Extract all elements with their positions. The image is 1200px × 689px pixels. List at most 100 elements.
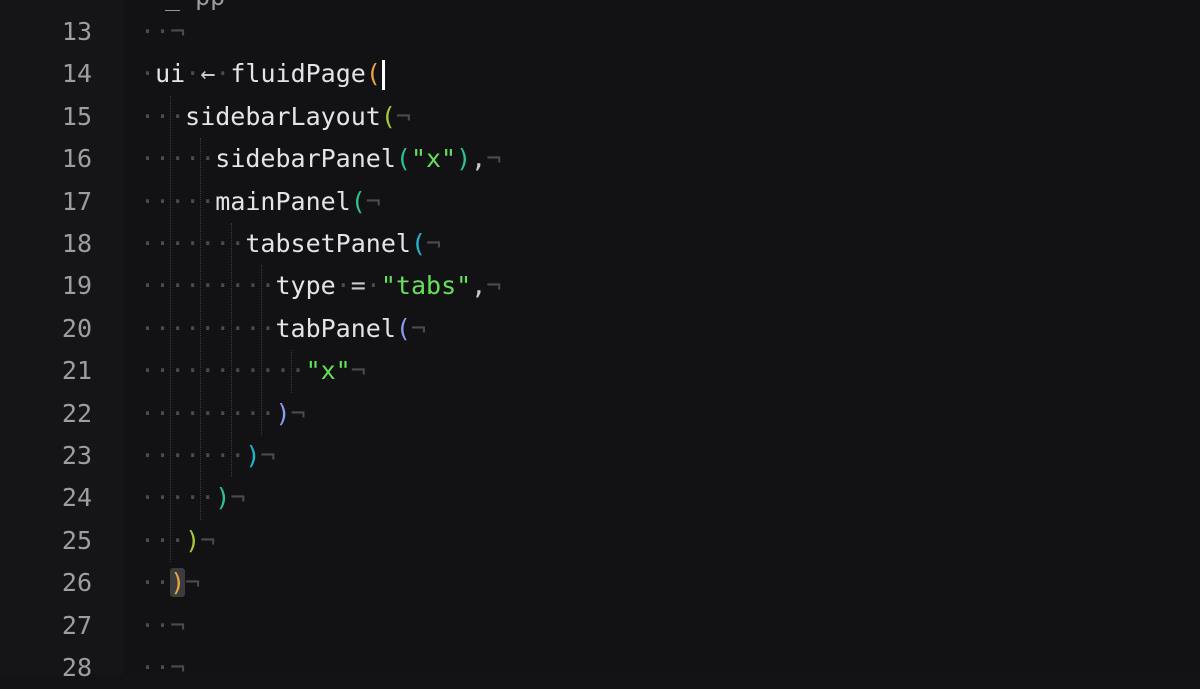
parenthesis: ): [456, 144, 472, 174]
line-number: 26: [61, 568, 92, 598]
parenthesis: ): [170, 568, 186, 598]
string-literal: "x": [305, 356, 351, 386]
indent-guide: [260, 265, 262, 435]
code-line[interactable]: ···)¬: [140, 520, 215, 562]
line-number: 15: [61, 101, 92, 131]
indent-guide: [291, 350, 292, 393]
text-cursor: [381, 60, 385, 91]
code-line[interactable]: ·········tabPanel(¬: [140, 308, 426, 350]
parenthesis: (: [365, 59, 381, 89]
assignment-operator: ←: [200, 59, 216, 89]
newline-marker: ¬: [365, 186, 381, 216]
parenthesis: ): [275, 398, 291, 428]
code-line[interactable]: ··¬: [140, 647, 185, 689]
whitespace-marker: ···········: [140, 356, 306, 386]
code-line[interactable]: ·····sidebarPanel("x"),¬: [140, 138, 501, 180]
code-line[interactable]: ···sidebarLayout(¬: [140, 96, 411, 138]
identifier: ui: [155, 59, 186, 89]
whitespace-marker: ··: [140, 653, 171, 682]
parenthesis: ): [215, 483, 231, 513]
code-line[interactable]: ·····mainPanel(¬: [140, 181, 381, 223]
newline-marker: ¬: [290, 398, 306, 428]
indent-guide: [230, 223, 232, 478]
whitespace-marker: ·········: [140, 313, 276, 343]
newline-marker: ¬: [486, 271, 502, 301]
newline-marker: ¬: [170, 653, 186, 682]
string-literal: "x": [410, 144, 457, 174]
newline-marker: ¬: [170, 17, 186, 46]
line-number: 24: [61, 483, 92, 513]
line-number: 23: [61, 441, 92, 470]
whitespace-marker: ·····: [140, 144, 216, 174]
code-line[interactable]: ··¬: [140, 605, 185, 647]
string-literal: "tabs": [380, 271, 472, 301]
parenthesis: (: [350, 186, 366, 216]
whitespace-marker: ·: [140, 59, 156, 89]
whitespace-marker: ··: [140, 568, 171, 598]
whitespace-marker: ·········: [140, 271, 276, 301]
line-number: 18: [61, 229, 92, 258]
whitespace-marker: ·········: [140, 398, 276, 428]
code-line[interactable]: ··¬: [140, 11, 185, 53]
newline-marker: ¬: [170, 610, 186, 640]
newline-marker: ¬: [486, 144, 502, 174]
code-line[interactable]: ·ui·←·fluidPage(: [140, 53, 385, 95]
identifier: fluidPage: [230, 59, 366, 89]
newline-marker: ¬: [200, 525, 216, 555]
line-number: 27: [61, 610, 92, 640]
code-line[interactable]: ·······tabsetPanel(¬: [140, 223, 441, 265]
whitespace-marker: ·: [365, 271, 381, 301]
whitespace-marker: ···: [140, 101, 186, 131]
indent-guide: [170, 95, 172, 563]
parenthesis: ): [185, 525, 201, 555]
whitespace-marker: ·····: [140, 483, 216, 513]
line-number: 16: [61, 144, 92, 174]
line-number: 28: [61, 653, 92, 682]
parenthesis: ): [245, 441, 261, 470]
line-number: 22: [61, 398, 92, 428]
line-number: 14: [61, 59, 92, 89]
whitespace-marker: ···: [140, 525, 186, 555]
code-line[interactable]: ···········"x"¬: [140, 350, 366, 392]
code-line[interactable]: ··)¬: [140, 562, 200, 604]
parenthesis: (: [395, 144, 411, 174]
whitespace-marker: ·······: [140, 229, 246, 258]
newline-marker: ¬: [395, 101, 411, 131]
identifier: type: [275, 271, 336, 301]
line-number-gutter: 13 14 15 16 17 18 19 20 21 22 23 24 25 26 27 28: [0, 0, 124, 682]
operator: ,: [471, 144, 487, 174]
code-line[interactable]: ·········type·=·"tabs",¬: [140, 265, 501, 307]
parenthesis: (: [395, 313, 411, 343]
whitespace-marker: ·: [185, 59, 201, 89]
line-number: 25: [61, 525, 92, 555]
newline-marker: ¬: [410, 313, 427, 343]
identifier: mainPanel: [215, 186, 351, 216]
parenthesis: (: [410, 229, 426, 258]
code-line[interactable]: ·····)¬: [140, 477, 245, 519]
parenthesis: (: [380, 101, 396, 131]
code-line[interactable]: ·········)¬: [140, 393, 306, 435]
newline-marker: ¬: [230, 483, 246, 513]
operator: ,: [471, 271, 487, 301]
identifier: sidebarPanel: [215, 144, 396, 174]
newline-marker: ¬: [426, 229, 442, 258]
whitespace-marker: ·····: [140, 186, 216, 216]
whitespace-marker: ·: [215, 59, 231, 89]
code-editor[interactable]: 13141516171819202122232425262728 _ pp ··…: [0, 0, 1200, 682]
indent-guide: [200, 138, 202, 520]
line-number: 13: [61, 17, 92, 46]
whitespace-marker: ··: [140, 17, 171, 46]
newline-marker: ¬: [350, 356, 366, 386]
line-number: 19: [61, 271, 92, 301]
whitespace-marker: ·······: [140, 441, 246, 470]
line-number: 17: [61, 186, 92, 216]
identifier: tabPanel: [275, 313, 396, 343]
identifier: tabsetPanel: [245, 229, 411, 258]
code-line[interactable]: ·······)¬: [140, 435, 275, 477]
line-number: 21: [61, 356, 92, 386]
identifier: sidebarLayout: [185, 101, 381, 131]
newline-marker: ¬: [185, 568, 201, 598]
newline-marker: ¬: [260, 441, 276, 470]
operator: =: [350, 271, 366, 301]
line-number: 20: [61, 313, 92, 343]
